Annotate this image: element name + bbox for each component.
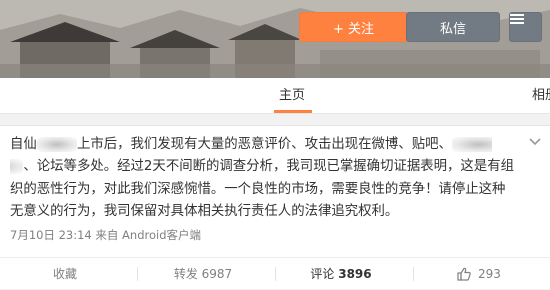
post-meta[interactable]: 7月10日 23:14 来自 Android客户端 bbox=[10, 227, 201, 243]
follow-button-label: + 关注 bbox=[332, 21, 375, 37]
like-button[interactable]: 293 bbox=[414, 258, 544, 290]
message-button-label: 私信 bbox=[439, 21, 466, 37]
post-text-part: 自仙 bbox=[10, 137, 37, 152]
forward-button[interactable]: 转发 6987 bbox=[138, 258, 268, 290]
redacted-name-blur: 爱丽丝 bbox=[36, 137, 77, 152]
chevron-down-icon[interactable] bbox=[528, 135, 542, 149]
comment-count: 3896 bbox=[338, 267, 372, 281]
post-text-part: 上市后，我们发现有大量的恶意评价、攻击出现在微博、贴吧、 bbox=[76, 137, 452, 152]
message-button[interactable]: 私信 bbox=[406, 12, 500, 42]
active-tab-indicator bbox=[274, 110, 312, 113]
tab-home[interactable]: 主页 bbox=[279, 78, 305, 113]
post-text-part: 、论坛等多处。经过2天不间断的调查分析，我司现已掌握确切证据表明，这是有组织的恶… bbox=[10, 159, 514, 219]
like-count: 293 bbox=[477, 267, 501, 281]
comment-button[interactable]: 评论 3896 bbox=[276, 258, 406, 290]
weibo-post-card: 自仙爱丽丝上市后，我们发现有大量的恶意评价、攻击出现在微博、贴吧、知乎论坛、论坛… bbox=[0, 125, 550, 289]
comment-label: 评论 bbox=[310, 267, 335, 281]
more-menu-button[interactable] bbox=[509, 12, 542, 42]
tab-album[interactable]: 相册 bbox=[532, 78, 550, 113]
post-actions-bar: 收藏 转发 6987 评论 3896 293 bbox=[0, 257, 550, 290]
menu-icon bbox=[510, 14, 524, 24]
profile-banner: + 关注 私信 bbox=[0, 0, 550, 78]
thumbs-up-icon bbox=[457, 267, 471, 281]
follow-button[interactable]: + 关注 bbox=[299, 12, 408, 42]
post-text: 自仙爱丽丝上市后，我们发现有大量的恶意评价、攻击出现在微博、贴吧、知乎论坛、论坛… bbox=[10, 134, 518, 223]
profile-nav: 主页 相册 bbox=[0, 78, 550, 114]
favorite-button[interactable]: 收藏 bbox=[0, 258, 130, 290]
